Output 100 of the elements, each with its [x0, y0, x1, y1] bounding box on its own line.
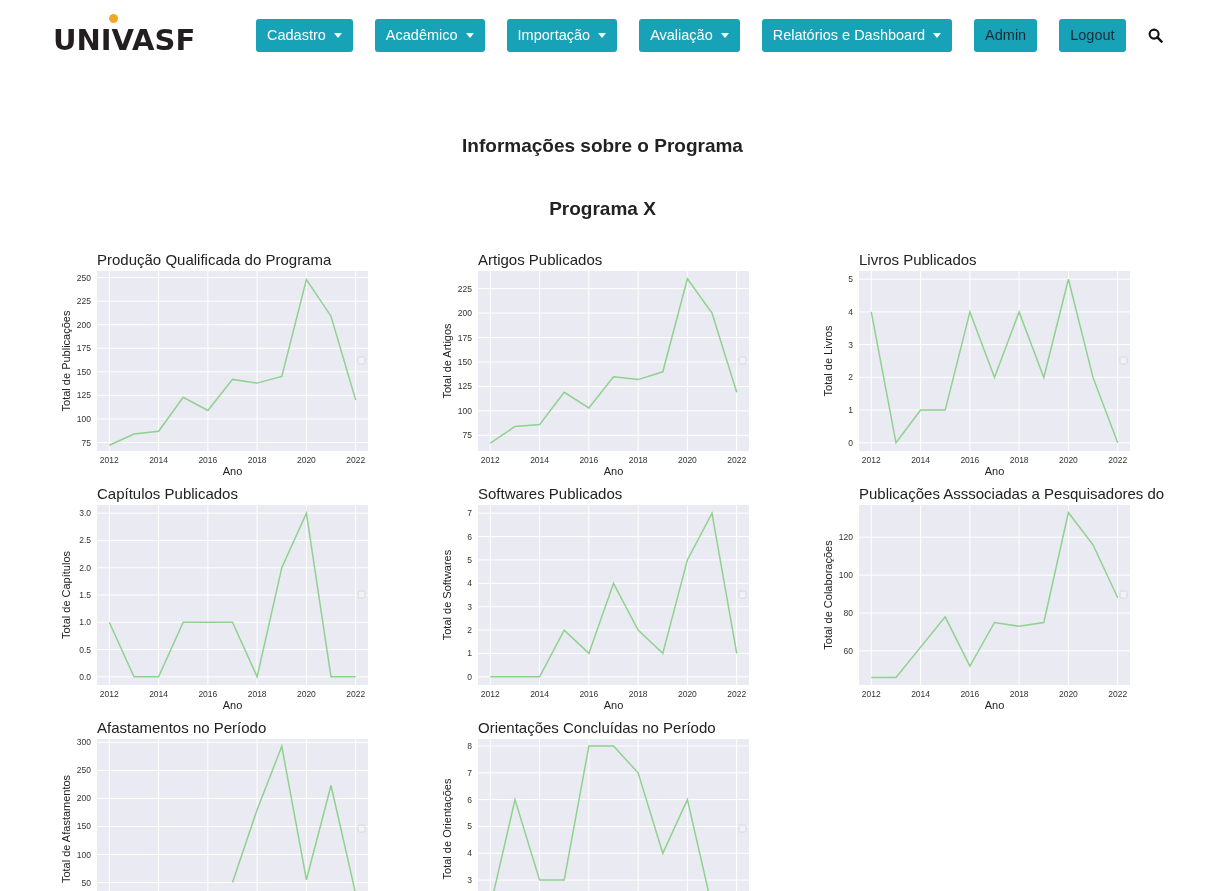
x-tick-label: 2012	[99, 689, 119, 699]
x-axis-label: Ano	[222, 699, 243, 711]
x-tick-label: 2016	[579, 689, 599, 699]
y-tick-label: 5	[467, 821, 472, 832]
y-tick-label: 50	[81, 877, 91, 888]
y-tick-label: 1.0	[79, 617, 91, 628]
y-tick-label: 0.0	[79, 671, 91, 682]
y-tick-label: 3	[467, 601, 472, 612]
y-tick-label: 200	[76, 793, 91, 804]
y-tick-label: 225	[457, 283, 472, 294]
x-tick-label: 2018	[628, 689, 648, 699]
y-tick-label: 6	[467, 794, 472, 805]
x-axis-label: Ano	[603, 465, 624, 477]
page-heading: Informações sobre o Programa	[461, 135, 744, 157]
caret-icon	[598, 32, 607, 38]
y-tick-label: 200	[76, 319, 91, 330]
x-tick-label: 2012	[480, 455, 500, 465]
legend-icon	[738, 356, 747, 365]
caret-icon	[933, 32, 942, 38]
x-tick-label: 2014	[149, 689, 169, 699]
chart-title: Produção Qualificada do Programa	[97, 251, 333, 269]
chart-title: Softwares Publicados	[478, 485, 624, 503]
dropdown-button[interactable]: Acadêmico	[374, 18, 485, 52]
y-tick-label: 8	[467, 740, 472, 751]
y-tick-label: 3	[848, 339, 853, 350]
x-tick-label: 2018	[247, 455, 267, 465]
y-tick-label: 250	[76, 272, 91, 283]
x-tick-label: 2022	[1108, 455, 1128, 465]
y-axis-label: Total de Capítulos	[60, 550, 72, 640]
chart-title: Publicações Asssociadas a Pesquisadores do	[859, 485, 1166, 503]
x-tick-label: 2020	[296, 455, 316, 465]
y-tick-label: 150	[76, 821, 91, 832]
y-tick-label: 2.0	[79, 562, 91, 573]
chart-title: Capítulos Publicados	[97, 485, 239, 503]
x-tick-label: 2012	[861, 689, 881, 699]
x-tick-label: 2022	[346, 455, 366, 465]
legend-icon	[1119, 590, 1128, 599]
x-tick-label: 2014	[911, 455, 931, 465]
y-axis-label: Total de Orientações	[441, 778, 453, 880]
x-tick-label: 2012	[861, 455, 881, 465]
x-tick-label: 2022	[727, 455, 747, 465]
x-tick-label: 2016	[960, 455, 980, 465]
y-tick-label: 7	[467, 508, 472, 519]
x-tick-label: 2022	[727, 689, 747, 699]
y-tick-label: 100	[838, 570, 853, 581]
x-tick-label: 2014	[530, 455, 550, 465]
x-tick-label: 2022	[1108, 689, 1128, 699]
dropdown-button[interactable]: Relatórios e Dashboard	[761, 18, 953, 52]
legend-icon	[357, 356, 366, 365]
x-tick-label: 2014	[911, 689, 931, 699]
y-tick-label: 5	[467, 554, 472, 565]
y-tick-label: 60	[843, 645, 853, 656]
x-tick-label: 2018	[1009, 455, 1029, 465]
chart-title: Livros Publicados	[859, 251, 978, 269]
y-tick-label: 2	[467, 625, 472, 636]
dropdown-button[interactable]: Avaliação	[639, 18, 740, 52]
legend-icon	[738, 824, 747, 833]
y-tick-label: 100	[76, 413, 91, 424]
x-axis-label: Ano	[984, 465, 1005, 477]
x-axis-label: Ano	[222, 465, 243, 477]
y-tick-label: 7	[467, 767, 472, 778]
y-tick-label: 4	[848, 306, 853, 317]
y-tick-label: 300	[76, 737, 91, 748]
search-icon[interactable]	[1147, 27, 1163, 43]
x-tick-label: 2020	[1058, 689, 1078, 699]
y-tick-label: 175	[76, 343, 91, 354]
y-axis-label: Total de Colaborações	[822, 540, 834, 650]
y-tick-label: 125	[457, 381, 472, 392]
y-tick-label: 0	[467, 671, 472, 682]
y-tick-label: 5	[848, 274, 853, 285]
chart-title: Orientações Concluídas no Período	[478, 719, 717, 737]
y-tick-label: 4	[467, 848, 472, 859]
nav-button[interactable]: Logout	[1059, 18, 1126, 52]
y-tick-label: 100	[76, 849, 91, 860]
y-tick-label: 175	[457, 332, 472, 343]
y-axis-label: Total de Afastamentos	[60, 774, 72, 884]
y-axis-label: Total de Livros	[822, 325, 834, 397]
y-tick-label: 80	[843, 608, 853, 618]
y-tick-label: 1	[848, 405, 853, 416]
dot-icon	[109, 14, 118, 23]
dropdown-button[interactable]: Importação	[506, 18, 618, 52]
y-axis-label: Total de Publicações	[60, 310, 72, 412]
x-tick-label: 2016	[579, 455, 599, 465]
nav-button[interactable]: Admin	[974, 18, 1038, 52]
y-tick-label: 120	[838, 532, 853, 543]
univasf-logo[interactable]: UNIVASF	[53, 22, 196, 58]
x-tick-label: 2018	[628, 455, 648, 465]
y-tick-label: 0.5	[79, 644, 91, 655]
x-axis-label: Ano	[984, 699, 1005, 711]
x-tick-label: 2014	[530, 689, 550, 699]
y-tick-label: 3.0	[79, 508, 91, 519]
y-tick-label: 0	[848, 437, 853, 448]
legend-icon	[357, 824, 366, 833]
y-tick-label: 150	[76, 366, 91, 377]
x-tick-label: 2016	[198, 689, 218, 699]
y-tick-label: 150	[457, 357, 472, 367]
y-tick-label: 2.5	[79, 535, 91, 546]
caret-icon	[720, 32, 729, 38]
dropdown-button[interactable]: Cadastro	[256, 18, 353, 52]
x-tick-label: 2016	[198, 455, 218, 465]
